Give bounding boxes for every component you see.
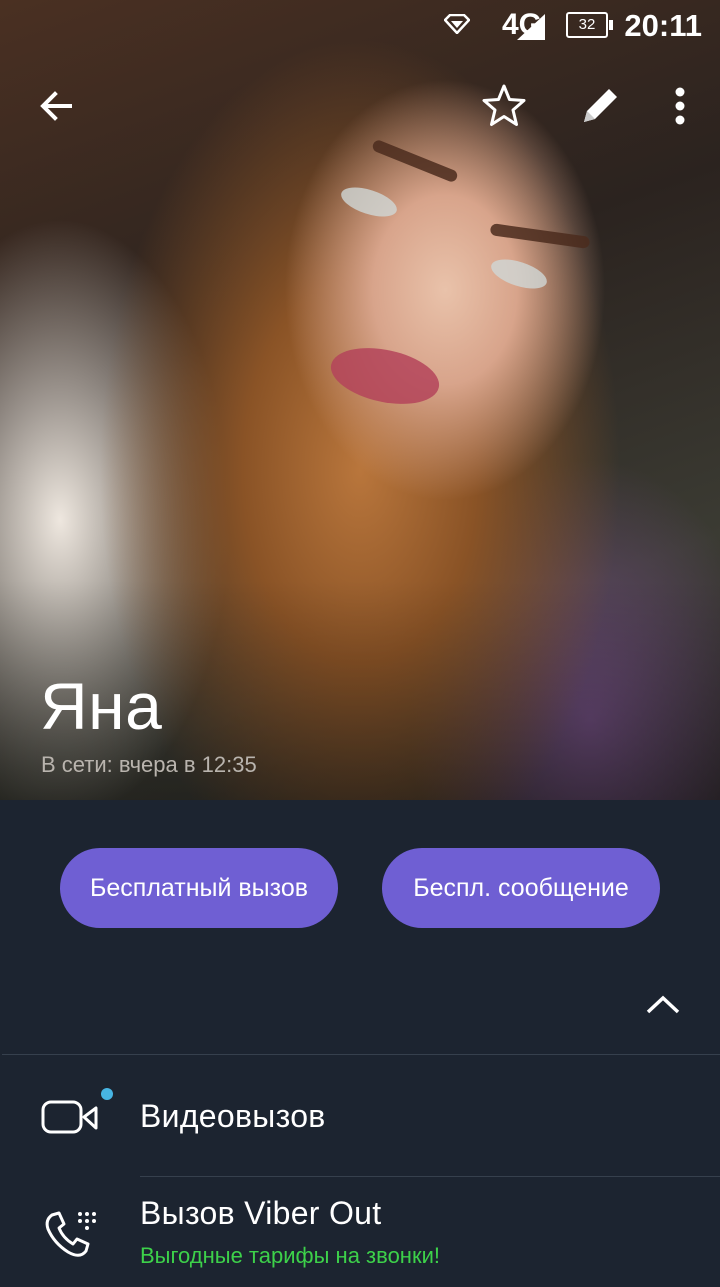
- new-feature-dot: [101, 1088, 113, 1100]
- arrow-left-icon: [40, 91, 72, 121]
- viber-out-row[interactable]: Вызов Viber Out Выгодные тарифы на звонк…: [0, 1177, 720, 1287]
- viber-out-label: Вызов Viber Out: [140, 1195, 382, 1231]
- video-camera-icon: [41, 1100, 98, 1134]
- viber-out-promo: Выгодные тарифы на звонки!: [140, 1243, 440, 1268]
- favorite-button[interactable]: [476, 78, 532, 134]
- contact-actions-panel: Бесплатный вызов Беспл. сообщение Видеов…: [0, 800, 720, 1280]
- chevron-up-icon[interactable]: [640, 988, 686, 1020]
- clock: 20:11: [624, 8, 702, 43]
- battery-icon: 32: [566, 12, 613, 38]
- last-seen-status: В сети: вчера в 12:35: [41, 752, 257, 777]
- phone-icon: [45, 1211, 96, 1257]
- divider: [2, 1054, 720, 1055]
- edit-button[interactable]: [572, 78, 628, 134]
- video-call-label: Видеовызов: [140, 1098, 326, 1134]
- video-call-row[interactable]: Видеовызов: [0, 1058, 720, 1176]
- photo-detail: [325, 339, 445, 413]
- free-message-button[interactable]: Беспл. сообщение: [382, 848, 660, 928]
- cell-signal-icon: [517, 14, 545, 40]
- pencil-icon: [584, 89, 617, 122]
- photo-detail: [487, 253, 551, 295]
- star-outline-icon: [482, 84, 526, 126]
- more-vertical-icon: [675, 87, 685, 125]
- back-button[interactable]: [28, 78, 84, 134]
- photo-detail: [337, 181, 401, 223]
- photo-detail: [489, 223, 591, 249]
- more-options-button[interactable]: [652, 78, 708, 134]
- status-bar: 4G 32 20:11: [0, 0, 720, 52]
- signal-diamond-icon: [444, 14, 470, 34]
- contact-name: Яна: [40, 669, 163, 743]
- photo-detail: [371, 138, 459, 184]
- free-call-button[interactable]: Бесплатный вызов: [60, 848, 338, 928]
